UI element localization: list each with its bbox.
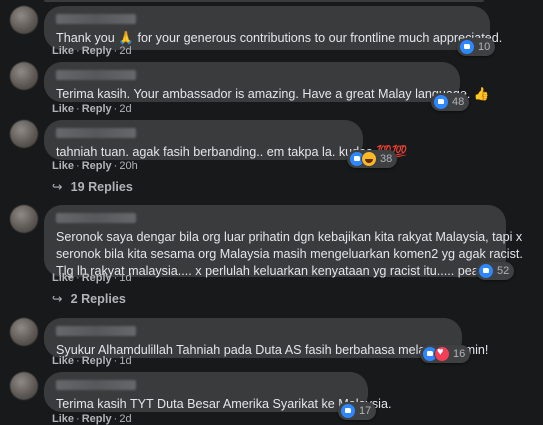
like-link[interactable]: Like — [52, 45, 74, 57]
reaction-count: 38 — [380, 153, 393, 165]
comment-bubble: tahniah tuan. agak fasih berbanding.. em… — [44, 120, 408, 160]
reaction-summary[interactable]: 10 — [457, 38, 496, 56]
comment-actions: Like · Reply · 1d — [52, 272, 132, 284]
replies-count: 19 Replies — [70, 180, 133, 194]
comment-text: Terima kasih. Your ambassador is amazing… — [56, 87, 490, 101]
avatar[interactable] — [10, 6, 38, 34]
reply-link[interactable]: Reply — [82, 160, 112, 172]
haha-reaction-icon — [361, 151, 377, 167]
reply-link[interactable]: Reply — [82, 355, 112, 367]
comment-actions: Like · Reply · 2d — [52, 413, 132, 425]
comment-text-line-2: seronok bila kita sesama org Malaysia ma… — [56, 247, 523, 261]
comment-actions: Like · Reply · 1d — [52, 355, 132, 367]
reaction-summary[interactable]: 38 — [347, 150, 398, 168]
comment-text-line-1: Seronok saya dengar bila org luar prihat… — [56, 230, 523, 244]
reply-link[interactable]: Reply — [82, 272, 112, 284]
commenter-name-redacted[interactable] — [56, 14, 136, 24]
comment-timestamp[interactable]: 2d — [119, 103, 131, 115]
comment-actions: Like · Reply · 20h — [52, 160, 138, 172]
commenter-name-redacted[interactable] — [56, 326, 136, 336]
reaction-count: 16 — [453, 348, 466, 360]
reaction-count: 17 — [359, 405, 372, 417]
reaction-count: 10 — [478, 41, 491, 53]
view-replies-link[interactable]: ↪ 2 Replies — [52, 291, 126, 306]
like-link[interactable]: Like — [52, 355, 74, 367]
commenter-name-redacted[interactable] — [56, 128, 136, 138]
comment-bubble: Terima kasih. Your ambassador is amazing… — [44, 62, 490, 102]
reaction-count: 48 — [452, 96, 465, 108]
comment-text: tahniah tuan. agak fasih berbanding.. em… — [56, 145, 408, 159]
reaction-count: 52 — [497, 265, 510, 277]
reply-arrow-icon: ↪ — [52, 180, 63, 194]
reaction-summary[interactable]: 52 — [476, 262, 515, 280]
comment-bubble: Thank you 🙏 for your generous contributi… — [44, 6, 502, 50]
love-reaction-icon — [434, 346, 450, 362]
reaction-summary[interactable]: 48 — [431, 93, 470, 111]
previous-comment-bubble-edge — [44, 0, 484, 2]
view-replies-link[interactable]: ↪ 19 Replies — [52, 179, 133, 194]
like-reaction-icon — [433, 94, 449, 110]
like-reaction-icon — [459, 39, 475, 55]
comment-timestamp[interactable]: 1d — [119, 272, 131, 284]
comment-timestamp[interactable]: 2d — [119, 45, 131, 57]
reaction-summary[interactable]: 16 — [420, 345, 471, 363]
commenter-name-redacted[interactable] — [56, 380, 136, 390]
comment-timestamp[interactable]: 2d — [119, 413, 131, 425]
avatar[interactable] — [10, 205, 38, 233]
comment-bubble: Syukur Alhamdulillah Tahniah pada Duta A… — [44, 318, 488, 358]
commenter-name-redacted[interactable] — [56, 70, 136, 80]
like-link[interactable]: Like — [52, 160, 74, 172]
avatar[interactable] — [10, 318, 38, 346]
like-link[interactable]: Like — [52, 413, 74, 425]
like-link[interactable]: Like — [52, 103, 74, 115]
comment-timestamp[interactable]: 1d — [119, 355, 131, 367]
comment-bubble: Terima kasih TYT Duta Besar Amerika Syar… — [44, 372, 392, 412]
reaction-summary[interactable]: 17 — [338, 402, 377, 420]
comment-actions: Like · Reply · 2d — [52, 103, 132, 115]
reply-arrow-icon: ↪ — [52, 292, 63, 306]
reply-link[interactable]: Reply — [82, 45, 112, 57]
like-reaction-icon — [478, 263, 494, 279]
comment-bubble: Seronok saya dengar bila org luar prihat… — [44, 205, 523, 278]
comment-text: Terima kasih TYT Duta Besar Amerika Syar… — [56, 397, 392, 411]
reply-link[interactable]: Reply — [82, 103, 112, 115]
like-link[interactable]: Like — [52, 272, 74, 284]
comment-timestamp[interactable]: 20h — [119, 160, 137, 172]
avatar[interactable] — [10, 62, 38, 90]
commenter-name-redacted[interactable] — [56, 213, 136, 223]
comment-actions: Like · Reply · 2d — [52, 45, 132, 57]
avatar[interactable] — [10, 120, 38, 148]
avatar[interactable] — [10, 372, 38, 400]
replies-count: 2 Replies — [70, 292, 126, 306]
reply-link[interactable]: Reply — [82, 413, 112, 425]
like-reaction-icon — [340, 403, 356, 419]
